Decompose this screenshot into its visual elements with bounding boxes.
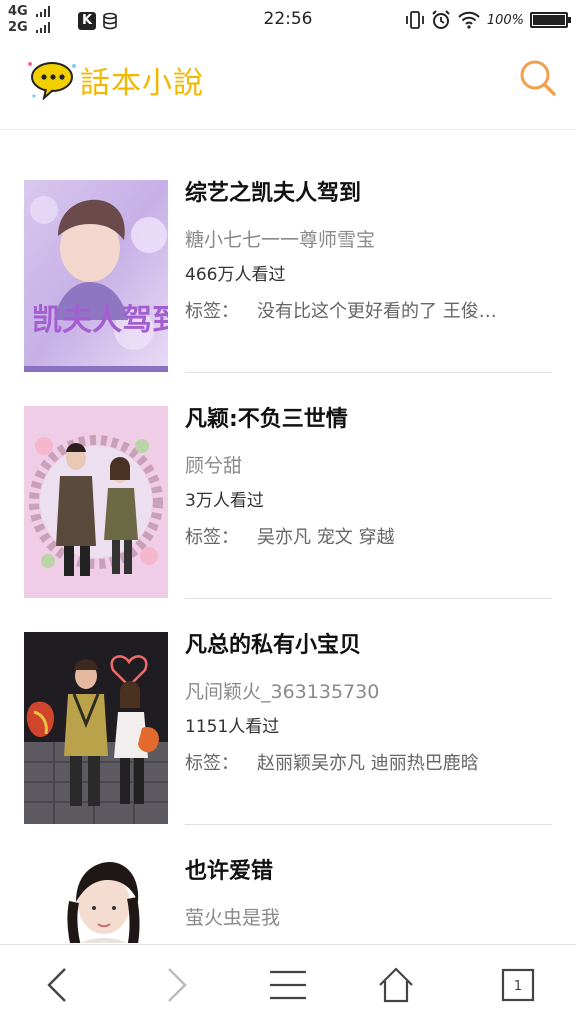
book-tags: 标签： 吴亦凡 宠文 穿越 [185, 525, 552, 551]
tabs-icon: 1 [501, 968, 535, 1002]
book-cover[interactable]: 凯夫人驾到 [24, 180, 168, 372]
book-item[interactable]: 凡颖:不负三世情 顾兮甜 3万人看过 标签： 吴亦凡 宠文 穿越 [0, 357, 576, 599]
book-views: 3万人看过 [185, 491, 264, 511]
book-cover[interactable] [24, 406, 168, 598]
tab-count: 1 [514, 979, 522, 994]
book-cover[interactable] [24, 858, 168, 943]
tags-value: 赵丽颖吴亦凡 迪丽热巴鹿晗 [257, 753, 479, 774]
tabs-button[interactable]: 1 [496, 963, 540, 1007]
book-author: 糖小七七一一尊师雪宝 [185, 229, 376, 251]
book-title[interactable]: 凡总的私有小宝贝 [185, 631, 552, 661]
book-tags: 标签： 赵丽颖吴亦凡 迪丽热巴鹿晗 [185, 751, 552, 777]
book-info: 凡总的私有小宝贝 凡间颖火_363135730 1151人看过 标签： 赵丽颖吴亦… [185, 631, 552, 777]
back-button[interactable] [36, 963, 80, 1007]
book-title[interactable]: 也许爱错 [185, 857, 552, 887]
wifi-icon [458, 11, 480, 29]
menu-button[interactable] [266, 963, 310, 1007]
app-header: 話本小說 [0, 40, 576, 130]
book-author: 凡间颖火_363135730 [185, 681, 380, 703]
book-author: 萤火虫是我 [185, 907, 281, 929]
book-author: 顾兮甜 [185, 455, 243, 477]
book-info: 综艺之凯夫人驾到 糖小七七一一尊师雪宝 466万人看过 标签： 没有比这个更好看的… [185, 179, 552, 325]
logo-icon [28, 62, 76, 100]
book-title[interactable]: 综艺之凯夫人驾到 [185, 179, 552, 209]
book-list: 凯夫人驾到 综艺之凯夫人驾到 糖小七七一一尊师雪宝 466万人看过 标签： 没有比… [0, 131, 576, 943]
tags-label: 标签： [185, 753, 239, 774]
battery-fill [533, 15, 565, 25]
home-button[interactable] [374, 963, 418, 1007]
bottom-nav: 1 [0, 944, 576, 1024]
alarm-icon [432, 10, 450, 29]
book-info: 也许爱错 萤火虫是我 [185, 857, 552, 931]
book-title[interactable]: 凡颖:不负三世情 [185, 405, 552, 435]
tags-value: 没有比这个更好看的了 王俊… [257, 301, 497, 322]
tags-label: 标签： [185, 527, 239, 548]
search-icon[interactable] [518, 58, 558, 98]
book-item[interactable]: 凯夫人驾到 综艺之凯夫人驾到 糖小七七一一尊师雪宝 466万人看过 标签： 没有比… [0, 131, 576, 373]
battery-icon [530, 12, 571, 28]
book-item[interactable]: 凡总的私有小宝贝 凡间颖火_363135730 1151人看过 标签： 赵丽颖吴亦… [0, 583, 576, 825]
book-cover[interactable] [24, 632, 168, 824]
menu-icon [270, 970, 306, 1000]
vibrate-icon [405, 11, 424, 29]
tags-value: 吴亦凡 宠文 穿越 [257, 527, 395, 548]
battery-percent: 100% [486, 12, 524, 28]
book-tags: 标签： 没有比这个更好看的了 王俊… [185, 299, 552, 325]
book-item[interactable]: 也许爱错 萤火虫是我 [0, 809, 576, 943]
app-name: 話本小說 [80, 66, 204, 101]
home-icon [379, 967, 413, 1003]
forward-button[interactable] [154, 963, 198, 1007]
status-bar: 4G 2G K 22:56 100% [0, 0, 576, 40]
status-icons: 100% [405, 6, 571, 34]
book-info: 凡颖:不负三世情 顾兮甜 3万人看过 标签： 吴亦凡 宠文 穿越 [185, 405, 552, 551]
forward-icon [168, 968, 187, 1002]
cover-title: 凯夫人驾到 [32, 303, 168, 338]
tags-label: 标签： [185, 301, 239, 322]
back-icon [47, 968, 66, 1002]
book-views: 1151人看过 [185, 717, 280, 737]
book-views: 466万人看过 [185, 265, 286, 285]
